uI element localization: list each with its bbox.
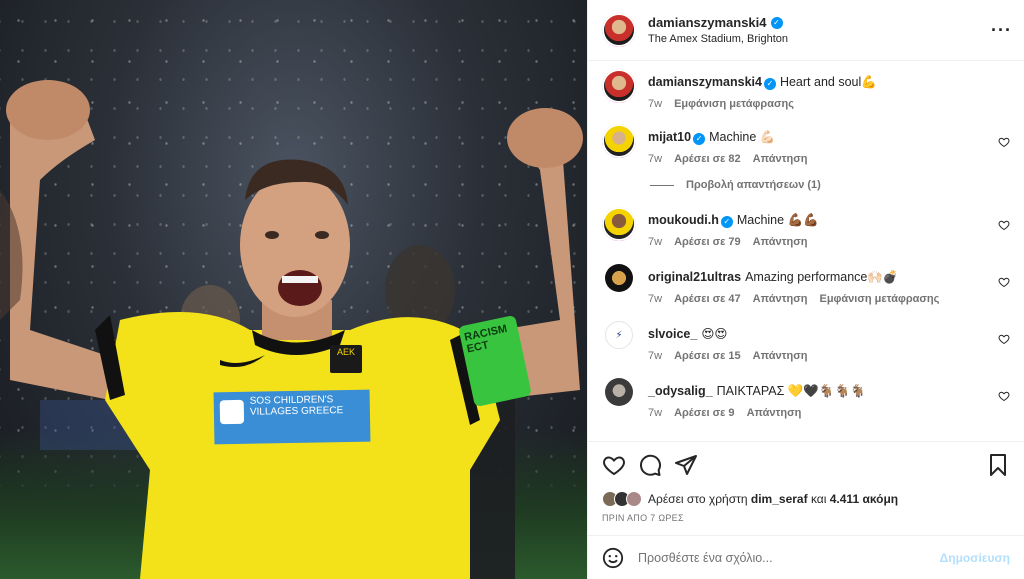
reply-button[interactable]: Απάντηση (753, 350, 808, 362)
comment-likes[interactable]: Αρέσει σε 9 (674, 407, 735, 419)
comment-text: Machine 💪🏻 (709, 130, 776, 144)
commenter-avatar[interactable]: ⚡ (605, 321, 633, 349)
comment-input[interactable] (638, 550, 940, 565)
comment-text: Machine 💪🏾💪🏾 (736, 213, 819, 227)
post-actions-bar (588, 441, 1024, 487)
heart-icon[interactable] (602, 453, 626, 477)
commenter-avatar[interactable] (605, 378, 633, 406)
verified-badge-icon: ✓ (770, 16, 783, 29)
header-meta: damianszymanski4 ✓ The Amex Stadium, Bri… (648, 15, 991, 45)
view-replies-label[interactable]: Προβολή απαντήσεων (1) (686, 179, 821, 191)
comment-text: Amazing performance🙌🏻💣 (745, 270, 899, 284)
liker-username[interactable]: dim_seraf (751, 492, 808, 506)
author-username-text[interactable]: damianszymanski4 (648, 15, 767, 30)
verified-badge-icon: ✓ (693, 133, 706, 145)
verified-badge-icon: ✓ (720, 216, 733, 228)
replies-divider (650, 184, 674, 186)
commenter-username[interactable]: _odysalig_ (648, 384, 713, 398)
post-photo[interactable]: SOS CHILDREN'S VILLAGES GREECE AEK RACIS… (0, 0, 587, 579)
comment-time[interactable]: 7w (648, 153, 662, 165)
instagram-post-view: SOS CHILDREN'S VILLAGES GREECE AEK RACIS… (0, 0, 1024, 579)
commenter-avatar[interactable] (602, 124, 636, 158)
comment-item: ⚡ slvoice_ 😍😍 7w Αρέσει σε 15 Απάντηση (602, 321, 1010, 362)
verified-badge-icon: ✓ (763, 78, 776, 90)
caption-avatar[interactable] (602, 69, 636, 103)
author-avatar[interactable] (602, 13, 636, 47)
post-comment-button[interactable]: Δημοσίευση (940, 551, 1010, 565)
post-header: damianszymanski4 ✓ The Amex Stadium, Bri… (588, 0, 1024, 61)
share-icon[interactable] (674, 453, 698, 477)
comment-likes[interactable]: Αρέσει σε 79 (674, 236, 741, 248)
comment-text: 😍😍 (701, 327, 728, 341)
comment-likes[interactable]: Αρέσει σε 47 (674, 293, 741, 305)
post-location[interactable]: The Amex Stadium, Brighton (648, 33, 991, 45)
comment-time[interactable]: 7w (648, 350, 662, 362)
comment-like-heart-icon[interactable] (998, 136, 1010, 148)
commenter-username[interactable]: slvoice_ (648, 327, 697, 341)
commenter-username[interactable]: moukoudi.h (648, 213, 719, 227)
comment-like-heart-icon[interactable] (998, 333, 1010, 345)
comment-text: ΠΑΙΚΤΑΡΑΣ 💛🖤🐐🐐🐐 (716, 384, 866, 398)
commenter-username[interactable]: mijat10 (648, 130, 691, 144)
more-options-icon[interactable]: ··· (991, 20, 1012, 41)
likes-count[interactable]: 4.411 ακόμη (830, 492, 898, 506)
likes-prefix: Αρέσει στο χρήστη (648, 492, 748, 506)
comment-like-heart-icon[interactable] (998, 219, 1010, 231)
liker-avatars (602, 491, 642, 507)
comment-item: _odysalig_ ΠΑΙΚΤΑΡΑΣ 💛🖤🐐🐐🐐 7w Αρέσει σε 9 Α… (602, 378, 1010, 419)
comment-item: original21ultras Amazing performance🙌🏻💣 7… (602, 264, 1010, 305)
reply-button[interactable]: Απάντηση (747, 407, 802, 419)
emoji-icon[interactable] (602, 547, 624, 569)
commenter-username[interactable]: original21ultras (648, 270, 741, 284)
post-timestamp[interactable]: ΠΡΙΝ ΑΠΟ 7 ΩΡΕΣ (588, 511, 1024, 529)
jersey-sponsor: SOS CHILDREN'S VILLAGES GREECE (213, 389, 371, 445)
comment-time[interactable]: 7w (648, 236, 662, 248)
translate-link[interactable]: Εμφάνιση μετάφρασης (674, 98, 794, 110)
caption-username[interactable]: damianszymanski4 (648, 75, 762, 89)
comment-time[interactable]: 7w (648, 293, 662, 305)
comment-likes[interactable]: Αρέσει σε 15 (674, 350, 741, 362)
add-comment-bar: Δημοσίευση (588, 535, 1024, 579)
reply-button[interactable]: Απάντηση (753, 293, 808, 305)
view-replies-button[interactable]: Προβολή απαντήσεων (1) (650, 179, 1010, 191)
likes-middle: και (810, 492, 827, 506)
comment-item: mijat10 ✓ Machine 💪🏻 7w Αρέσει σε 82 Απάντησ… (602, 124, 1010, 165)
caption-text: Heart and soul💪 (779, 75, 877, 89)
commenter-avatar[interactable] (605, 264, 633, 292)
comment-item: moukoudi.h ✓ Machine 💪🏾💪🏾 7w Αρέσει σε 79 Απ… (602, 207, 1010, 248)
author-username[interactable]: damianszymanski4 ✓ (648, 15, 783, 30)
caption-time[interactable]: 7w (648, 98, 662, 110)
player-illustration (0, 80, 583, 579)
bookmark-icon[interactable] (986, 453, 1010, 477)
reply-button[interactable]: Απάντηση (753, 236, 808, 248)
comment-likes[interactable]: Αρέσει σε 82 (674, 153, 741, 165)
commenter-avatar[interactable] (602, 207, 636, 241)
post-side-panel: damianszymanski4 ✓ The Amex Stadium, Bri… (587, 0, 1024, 579)
jersey-sponsor-text: SOS CHILDREN'S VILLAGES GREECE (249, 394, 344, 418)
sponsor-logo (219, 399, 245, 425)
club-badge: AEK (330, 345, 362, 373)
comment-icon[interactable] (638, 453, 662, 477)
comment-time[interactable]: 7w (648, 407, 662, 419)
caption: damianszymanski4 ✓ Heart and soul💪 7w Εμφάν… (602, 69, 1010, 110)
translate-link[interactable]: Εμφάνιση μετάφρασης (819, 293, 939, 305)
likes-summary[interactable]: Αρέσει στο χρήστη dim_seraf και 4.411 ακ… (588, 487, 1024, 511)
comments-list: damianszymanski4 ✓ Heart and soul💪 7w Εμφάν… (588, 61, 1024, 441)
reply-button[interactable]: Απάντηση (753, 153, 808, 165)
comment-like-heart-icon[interactable] (998, 276, 1010, 288)
comment-like-heart-icon[interactable] (998, 390, 1010, 402)
